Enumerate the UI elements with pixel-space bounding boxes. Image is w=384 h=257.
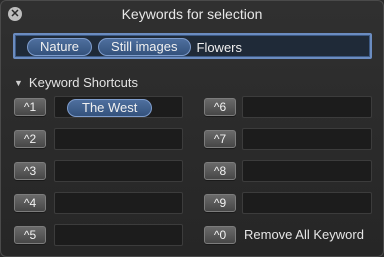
keyword-tokens: Nature Still images Flowers xyxy=(27,38,242,56)
shortcut-key-1[interactable]: ^1 xyxy=(14,98,46,116)
shortcut-key-0[interactable]: ^0 xyxy=(204,226,236,244)
shortcut-key-5[interactable]: ^5 xyxy=(14,226,46,244)
window-title: Keywords for selection xyxy=(121,6,263,22)
shortcut-slot-9[interactable] xyxy=(242,192,372,214)
shortcut-slot-5[interactable] xyxy=(54,224,183,246)
shortcut-key-8[interactable]: ^8 xyxy=(204,162,236,180)
shortcut-slot-7[interactable] xyxy=(242,128,372,150)
keyword-typed-text[interactable]: Flowers xyxy=(197,40,243,55)
shortcut-slot-6[interactable] xyxy=(242,96,372,118)
title-bar: ✕ Keywords for selection xyxy=(1,1,383,27)
keyword-token-nature[interactable]: Nature xyxy=(27,38,93,56)
shortcut-slot-3[interactable] xyxy=(54,160,183,182)
shortcut-slot-4[interactable] xyxy=(54,192,183,214)
shortcut-key-7[interactable]: ^7 xyxy=(204,130,236,148)
shortcut-key-3[interactable]: ^3 xyxy=(14,162,46,180)
shortcut-slot-8[interactable] xyxy=(242,160,372,182)
remove-all-keywords-label: Remove All Keyword xyxy=(244,227,364,242)
shortcut-key-4[interactable]: ^4 xyxy=(14,194,46,212)
keyword-token-still-images[interactable]: Still images xyxy=(98,38,191,56)
shortcut-key-2[interactable]: ^2 xyxy=(14,130,46,148)
shortcut-slot-2[interactable] xyxy=(54,128,183,150)
keyword-shortcuts-label: Keyword Shortcuts xyxy=(28,75,139,90)
keyword-shortcuts-disclosure[interactable]: ▼ Keyword Shortcuts xyxy=(14,75,138,91)
disclosure-triangle-icon[interactable]: ▼ xyxy=(14,78,23,88)
shortcut-keyword-token[interactable]: The West xyxy=(67,99,153,117)
shortcut-key-6[interactable]: ^6 xyxy=(204,98,236,116)
shortcut-key-9[interactable]: ^9 xyxy=(204,194,236,212)
keywords-window: ✕ Keywords for selection Nature Still im… xyxy=(0,0,384,257)
keyword-field[interactable]: Nature Still images Flowers xyxy=(13,33,372,59)
shortcut-slot-1[interactable]: The West xyxy=(54,96,183,118)
